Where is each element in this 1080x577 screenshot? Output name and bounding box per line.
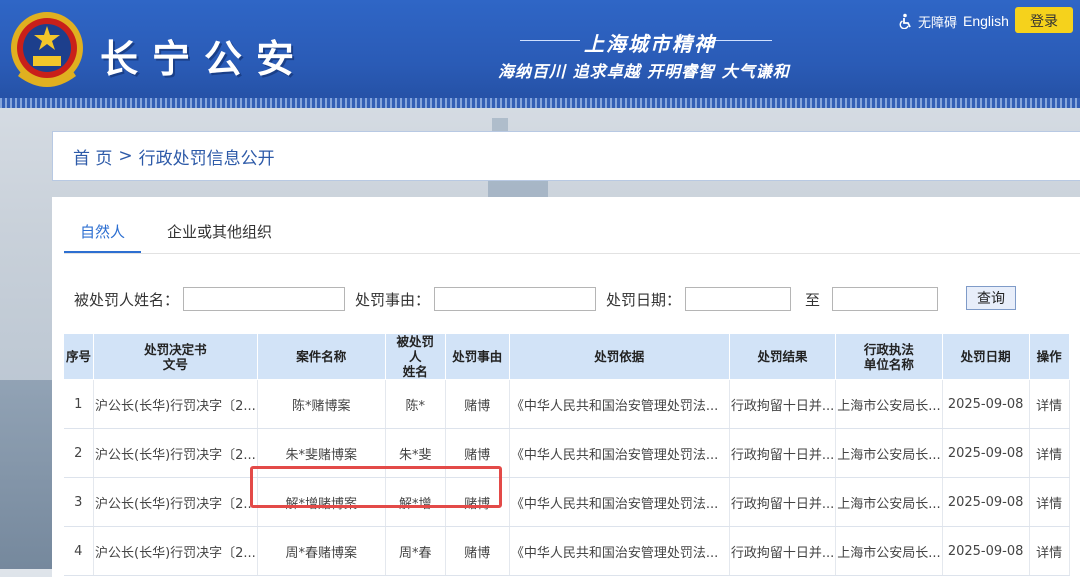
login-button[interactable]: 登录 — [1015, 7, 1073, 33]
cell-unit: 上海市公安局长... — [835, 526, 943, 576]
cell-date: 2025-09-08 — [942, 477, 1030, 527]
cell-doc: 沪公长(长华)行罚决字〔2... — [93, 428, 258, 478]
cell-action[interactable]: 详情 — [1029, 379, 1070, 429]
col-header-doc: 处罚决定书 文号 — [93, 333, 258, 380]
cell-case: 周*春赌博案 — [257, 526, 386, 576]
cell-unit: 上海市公安局长... — [835, 428, 943, 478]
results-table: 序号 处罚决定书 文号 案件名称 被处罚人 姓名 处罚事由 处罚依据 处罚结果 行政… — [63, 333, 1070, 576]
cell-doc: 沪公长(长华)行罚决字〔2... — [93, 379, 258, 429]
search-filters: 被处罚人姓名： 处罚事由： 处罚日期： 至 — [74, 285, 948, 313]
cell-result: 行政拘留十日并... — [729, 477, 837, 527]
cell-date: 2025-09-08 — [942, 526, 1030, 576]
table-header-row: 序号 处罚决定书 文号 案件名称 被处罚人 姓名 处罚事由 处罚依据 处罚结果 行政… — [63, 333, 1070, 380]
site-title: 长宁公安 — [100, 36, 309, 81]
cell-action[interactable]: 详情 — [1029, 477, 1070, 527]
slogan-divider-right — [712, 40, 772, 41]
site-header: 长宁公安 上海城市精神 海纳百川 追求卓越 开明睿智 大气谦和 无障碍 Engl… — [0, 0, 1080, 108]
date-to-label: 至 — [805, 290, 821, 309]
col-header-unit: 行政执法 单位名称 — [835, 333, 943, 380]
background-city-image — [0, 380, 52, 569]
col-header-case: 案件名称 — [256, 333, 386, 380]
cell-reason: 赌博 — [445, 526, 510, 576]
cell-no: 2 — [63, 428, 94, 478]
cell-result: 行政拘留十日并... — [729, 379, 837, 429]
cell-person: 陈* — [385, 379, 446, 429]
tab-bar: 自然人 企业或其他组织 — [64, 211, 1080, 254]
header-stripe — [0, 98, 1080, 108]
cell-basis: 《中华人民共和国治安管理处罚法... — [509, 477, 730, 527]
top-links: 无障碍 English — [898, 10, 1009, 32]
cell-result: 行政拘留十日并... — [729, 428, 837, 478]
table-row[interactable]: 1 沪公长(长华)行罚决字〔2... 陈*赌博案 陈* 赌博 《中华人民共和国治安管理处罚… — [63, 379, 1070, 429]
accessibility-icon[interactable] — [898, 13, 914, 29]
name-label: 被处罚人姓名： — [74, 290, 180, 309]
breadcrumb-home-link[interactable]: 首 页 — [73, 144, 112, 169]
cell-doc: 沪公长(长华)行罚决字〔2... — [93, 526, 258, 576]
table-row[interactable]: 4 沪公长(长华)行罚决字〔2... 周*春赌博案 周*春 赌博 《中华人民共和国治安管理… — [63, 526, 1070, 576]
search-button[interactable]: 查询 — [966, 286, 1016, 310]
breadcrumb-current: 行政处罚信息公开 — [138, 148, 275, 169]
accessibility-link[interactable]: 无障碍 — [918, 12, 957, 31]
date-label: 处罚日期： — [606, 290, 682, 309]
cell-case: 陈*赌博案 — [257, 379, 386, 429]
reason-label: 处罚事由： — [355, 290, 431, 309]
cell-unit: 上海市公安局长... — [835, 477, 943, 527]
english-link[interactable]: English — [963, 13, 1009, 29]
col-header-person: 被处罚人 姓名 — [384, 333, 446, 380]
name-input[interactable] — [183, 287, 346, 311]
cell-basis: 《中华人民共和国治安管理处罚法... — [509, 379, 730, 429]
cell-result: 行政拘留十日并... — [729, 526, 837, 576]
slogan-text: 海纳百川 追求卓越 开明睿智 大气谦和 — [498, 62, 790, 81]
col-header-no: 序号 — [63, 333, 94, 380]
breadcrumb: 首 页 > 行政处罚信息公开 — [52, 131, 1080, 181]
cell-action[interactable]: 详情 — [1029, 526, 1070, 576]
tab-natural-person[interactable]: 自然人 — [64, 211, 142, 253]
slogan-title: 上海城市精神 — [584, 32, 716, 56]
background-tower — [488, 181, 548, 197]
cell-date: 2025-09-08 — [942, 379, 1030, 429]
col-header-reason: 处罚事由 — [444, 333, 510, 380]
cell-basis: 《中华人民共和国治安管理处罚法... — [509, 526, 730, 576]
table-row[interactable]: 2 沪公长(长华)行罚决字〔2... 朱*斐赌博案 朱*斐 赌博 《中华人民共和国治安管理… — [63, 428, 1070, 478]
background-tower-top — [492, 118, 508, 132]
cell-person: 周*春 — [385, 526, 446, 576]
reason-input[interactable] — [434, 287, 597, 311]
col-header-result: 处罚结果 — [728, 333, 837, 380]
cell-no: 3 — [63, 477, 94, 527]
police-emblem-logo — [11, 12, 83, 87]
cell-reason: 赌博 — [445, 379, 510, 429]
cell-doc: 沪公长(长华)行罚决字〔2... — [93, 477, 258, 527]
col-header-action: 操作 — [1028, 333, 1070, 380]
highlight-annotation — [250, 466, 502, 508]
cell-no: 4 — [63, 526, 94, 576]
slogan-divider-left — [520, 40, 580, 41]
cell-unit: 上海市公安局长... — [835, 379, 943, 429]
table-row[interactable]: 3 沪公长(长华)行罚决字〔2... 解*增赌博案 解*增 赌博 《中华人民共和国治安管理… — [63, 477, 1070, 527]
cell-action[interactable]: 详情 — [1029, 428, 1070, 478]
cell-no: 1 — [63, 379, 94, 429]
col-header-basis: 处罚依据 — [508, 333, 730, 380]
main-panel: 自然人 企业或其他组织 被处罚人姓名： 处罚事由： 处罚日期： 至 查询 序号 … — [52, 197, 1080, 577]
cell-basis: 《中华人民共和国治安管理处罚法... — [509, 428, 730, 478]
breadcrumb-separator: > — [118, 146, 133, 166]
tab-organization[interactable]: 企业或其他组织 — [151, 211, 288, 253]
col-header-date: 处罚日期 — [941, 333, 1030, 380]
date-to-input[interactable] — [832, 287, 939, 311]
date-from-input[interactable] — [685, 287, 792, 311]
cell-date: 2025-09-08 — [942, 428, 1030, 478]
